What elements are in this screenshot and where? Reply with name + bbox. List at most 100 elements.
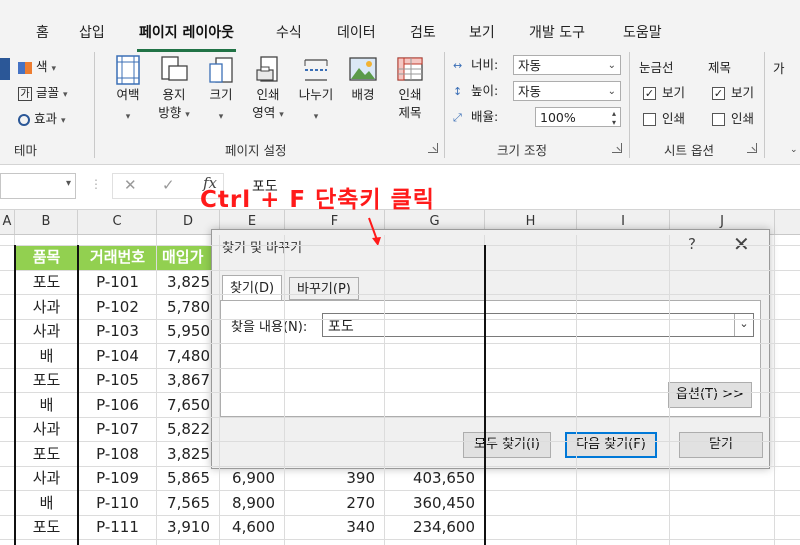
table-cell[interactable]: 234,600 xyxy=(385,515,485,539)
chevron-down-icon[interactable]: ▾ xyxy=(66,178,71,189)
scale-spinner[interactable]: 100% ▴ ▾ xyxy=(535,107,621,127)
column-header-a[interactable]: A xyxy=(0,210,15,234)
print-titles-button[interactable]: 인쇄 제목 xyxy=(384,54,436,134)
table-cell[interactable]: P-109 xyxy=(78,466,157,490)
table-cell[interactable]: P-102 xyxy=(78,295,157,319)
tab-insert[interactable]: 삽입 xyxy=(79,22,105,42)
tab-review[interactable]: 검토 xyxy=(410,22,436,42)
gridline xyxy=(0,245,800,246)
annotation-arrow-icon xyxy=(368,217,381,246)
margins-button[interactable]: 여백 ▾ xyxy=(102,54,154,134)
options-button[interactable]: 옵션(T) >> xyxy=(668,382,752,408)
tab-replace[interactable]: 바꾸기(P) xyxy=(289,277,359,300)
table-cell[interactable]: P-110 xyxy=(78,491,157,515)
tab-formulas[interactable]: 수식 xyxy=(276,22,302,42)
table-cell[interactable]: P-104 xyxy=(78,344,157,368)
column-header-c[interactable]: C xyxy=(78,210,157,234)
table-cell[interactable]: P-111 xyxy=(78,515,157,539)
height-label: 높이: xyxy=(471,83,499,98)
table-cell[interactable]: P-103 xyxy=(78,319,157,343)
dialog-launcher-icon[interactable] xyxy=(612,143,622,153)
find-what-input[interactable]: 포도 ⌄ xyxy=(322,313,754,337)
table-cell[interactable]: P-108 xyxy=(78,442,157,466)
table-cell[interactable]: 배 xyxy=(15,491,78,515)
find-all-button[interactable]: 모두 찾기(I) xyxy=(463,432,551,458)
table-cell[interactable]: 사과 xyxy=(15,466,78,490)
height-select[interactable]: 자동 ⌄ xyxy=(513,81,621,101)
headings-print-checkbox[interactable] xyxy=(712,113,725,126)
gridlines-view-checkbox[interactable]: ✓ xyxy=(643,87,656,100)
table-cell[interactable]: 3,910 xyxy=(157,515,220,539)
table-cell[interactable]: 사과 xyxy=(15,417,78,441)
theme-fonts-button[interactable]: 가 글꼴 ▾ xyxy=(18,82,68,104)
table-cell[interactable]: 포도 xyxy=(15,442,78,466)
table-cell[interactable]: P-107 xyxy=(78,417,157,441)
spinner-arrows-icon[interactable]: ▴ ▾ xyxy=(612,109,616,127)
dialog-launcher-icon[interactable] xyxy=(428,143,438,153)
header-cell-trade-no[interactable]: 거래번호 xyxy=(78,245,157,270)
close-icon[interactable]: ✕ xyxy=(733,232,750,256)
background-label: 배경 xyxy=(351,87,375,102)
column-header-b[interactable]: B xyxy=(15,210,78,234)
table-cell[interactable]: P-106 xyxy=(78,393,157,417)
chevron-down-icon: ▾ xyxy=(125,112,131,122)
table-cell[interactable]: 340 xyxy=(285,515,385,539)
gridline xyxy=(0,514,800,516)
table-cell[interactable]: 403,650 xyxy=(385,466,485,490)
width-select[interactable]: 자동 ⌄ xyxy=(513,55,621,75)
print-area-button[interactable]: 인쇄 영역 ▾ xyxy=(242,54,294,134)
chevron-down-icon[interactable]: ⌄ xyxy=(734,314,753,336)
table-cell[interactable]: 270 xyxy=(285,491,385,515)
table-cell[interactable]: 배 xyxy=(15,393,78,417)
find-next-button[interactable]: 다음 찾기(F) xyxy=(565,432,657,458)
themes-icon[interactable] xyxy=(0,58,10,80)
arrange-button[interactable]: 가 xyxy=(773,58,785,80)
table-cell[interactable]: 포도 xyxy=(15,515,78,539)
print-area-label-1: 인쇄 xyxy=(256,87,280,102)
table-cell[interactable]: 포도 xyxy=(15,368,78,392)
table-cell[interactable]: 배 xyxy=(15,344,78,368)
enter-icon[interactable]: ✓ xyxy=(162,176,175,194)
page-setup-group-label: 페이지 설정 xyxy=(225,143,287,158)
table-cell[interactable]: 390 xyxy=(285,466,385,490)
size-button[interactable]: 크기 ▾ xyxy=(195,54,247,134)
tab-find[interactable]: 찾기(D) xyxy=(222,275,283,302)
tab-home[interactable]: 홈 xyxy=(36,22,49,42)
gridline xyxy=(0,490,800,491)
breaks-button[interactable]: 나누기 ▾ xyxy=(290,54,342,134)
header-cell-item[interactable]: 품목 xyxy=(15,245,78,270)
tab-developer[interactable]: 개발 도구 xyxy=(529,22,585,42)
table-cell[interactable]: 7,565 xyxy=(157,491,220,515)
table-cell[interactable]: 6,900 xyxy=(220,466,285,490)
theme-effects-button[interactable]: 효과 ▾ xyxy=(18,108,66,130)
background-image-icon xyxy=(349,57,377,81)
table-cell[interactable]: 5,865 xyxy=(157,466,220,490)
name-box[interactable]: ▾ xyxy=(0,173,76,199)
gridlines-print-checkbox[interactable] xyxy=(643,113,656,126)
table-cell[interactable]: 360,450 xyxy=(385,491,485,515)
orientation-label-2: 방향 ▾ xyxy=(158,105,190,120)
table-cell[interactable]: 8,900 xyxy=(220,491,285,515)
tab-view[interactable]: 보기 xyxy=(469,22,495,42)
table-cell[interactable]: P-101 xyxy=(78,270,157,294)
dialog-launcher-icon[interactable] xyxy=(747,143,757,153)
table-cell[interactable]: P-105 xyxy=(78,368,157,392)
close-button[interactable]: 닫기 xyxy=(679,432,763,458)
gridline xyxy=(0,465,800,467)
theme-colors-button[interactable]: 색 ▾ xyxy=(18,56,56,78)
table-cell[interactable]: 사과 xyxy=(15,319,78,343)
cancel-icon[interactable]: ✕ xyxy=(124,176,137,194)
table-cell[interactable]: 포도 xyxy=(15,270,78,294)
tab-help[interactable]: 도움말 xyxy=(623,22,662,42)
headings-view-checkbox[interactable]: ✓ xyxy=(712,87,725,100)
table-cell[interactable]: 사과 xyxy=(15,295,78,319)
gridline xyxy=(576,235,577,545)
background-button[interactable]: 배경 xyxy=(337,54,389,134)
ribbon-collapse-icon[interactable]: ⌄ xyxy=(790,145,798,155)
gridline xyxy=(0,539,800,540)
orientation-button[interactable]: 용지 방향 ▾ xyxy=(148,54,200,134)
tab-page-layout[interactable]: 페이지 레이아웃 xyxy=(136,22,237,52)
help-icon[interactable]: ? xyxy=(688,235,696,253)
table-cell[interactable]: 4,600 xyxy=(220,515,285,539)
tab-data[interactable]: 데이터 xyxy=(337,22,376,42)
